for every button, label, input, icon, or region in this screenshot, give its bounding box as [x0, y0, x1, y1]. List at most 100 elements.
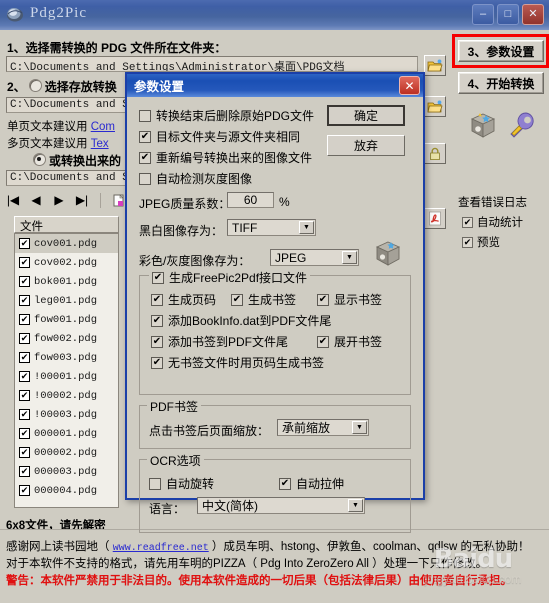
pagenum-bookmark-checkbox[interactable]: ✔ — [151, 356, 163, 369]
list-item[interactable]: ✔ cov002.pdg — [15, 253, 118, 272]
prev-page-icon[interactable]: ◀ — [29, 193, 43, 207]
add-bookinfo-checkbox[interactable]: ✔ — [151, 314, 163, 327]
list-item[interactable]: ✔ 000004.pdg — [15, 481, 118, 500]
list-item[interactable]: ✔ 000002.pdg — [15, 443, 118, 462]
file-checkbox[interactable]: ✔ — [19, 295, 30, 306]
auto-statistics-option[interactable]: ✔ 自动统计 — [462, 214, 523, 230]
lock-button[interactable] — [424, 143, 446, 164]
readfree-link[interactable]: www.readfree.net — [113, 543, 209, 554]
chevron-down-icon[interactable]: ▼ — [348, 499, 363, 512]
page-icon[interactable] — [112, 193, 126, 207]
pdf-button[interactable] — [424, 208, 446, 229]
minimize-button[interactable]: – — [472, 4, 494, 25]
expand-bookmark-option[interactable]: ✔ 展开书签 — [317, 333, 382, 350]
next-page-icon[interactable]: ▶ — [52, 193, 66, 207]
color-format-select[interactable]: JPEG ▼ — [270, 249, 359, 266]
auto-rotate-option[interactable]: 自动旋转 — [149, 475, 214, 492]
source-folder-input[interactable]: C:\Documents and Settings\Administrator\… — [6, 56, 418, 72]
add-bookinfo-option[interactable]: ✔ 添加BookInfo.dat到PDF文件尾 — [151, 312, 331, 329]
file-checkbox[interactable]: ✔ — [19, 276, 30, 287]
browse-source-button[interactable] — [424, 55, 446, 76]
application-window: Pdg2Pic – □ ✕ 1、选择需转换的 PDG 文件所在文件夹： C:\D… — [0, 0, 549, 603]
chevron-down-icon[interactable]: ▼ — [342, 251, 357, 264]
ocr-language-select[interactable]: 中文(简体) ▼ — [197, 497, 365, 514]
freepic-main-checkbox[interactable]: ✔ — [152, 271, 164, 284]
list-item[interactable]: ✔ 000001.pdg — [15, 424, 118, 443]
list-item[interactable]: ✔ fow003.pdg — [15, 348, 118, 367]
cube-icon-button[interactable] — [466, 108, 500, 142]
gen-pagenum-option[interactable]: ✔ 生成页码 — [151, 291, 216, 308]
error-log-label[interactable]: 查看错误日志 — [458, 194, 527, 210]
browse-output-button[interactable] — [424, 96, 446, 117]
file-checkbox[interactable]: ✔ — [19, 447, 30, 458]
file-checkbox[interactable]: ✔ — [19, 428, 30, 439]
auto-stretch-checkbox[interactable]: ✔ — [279, 477, 291, 490]
auto-statistics-label: 自动统计 — [477, 217, 523, 229]
gen-pagenum-checkbox[interactable]: ✔ — [151, 293, 163, 306]
file-checkbox[interactable]: ✔ — [19, 485, 30, 496]
jpeg-quality-input[interactable]: 60 — [227, 192, 274, 208]
renumber-option[interactable]: ✔ 重新编号转换出来的图像文件 — [139, 149, 312, 166]
same-folder-checkbox[interactable]: ✔ — [139, 130, 151, 143]
list-item[interactable]: ✔ fow002.pdg — [15, 329, 118, 348]
list-item[interactable]: ✔ !00001.pdg — [15, 367, 118, 386]
file-checkbox[interactable]: ✔ — [19, 409, 30, 420]
last-page-icon[interactable]: ▶| — [75, 193, 89, 207]
chevron-down-icon[interactable]: ▼ — [352, 421, 367, 434]
auto-stretch-option[interactable]: ✔ 自动拉伸 — [279, 475, 344, 492]
single-page-hint-link[interactable]: Com — [91, 121, 115, 133]
file-checkbox[interactable]: ✔ — [19, 257, 30, 268]
file-checkbox[interactable]: ✔ — [19, 371, 30, 382]
ok-button[interactable]: 确定 — [327, 105, 405, 126]
gen-bookmark-option[interactable]: ✔ 生成书签 — [231, 291, 296, 308]
first-page-icon[interactable]: |◀ — [6, 193, 20, 207]
auto-statistics-checkbox[interactable]: ✔ — [462, 216, 473, 228]
expand-bookmark-checkbox[interactable]: ✔ — [317, 335, 329, 348]
list-item[interactable]: ✔ 000003.pdg — [15, 462, 118, 481]
pagenum-bookmark-option[interactable]: ✔ 无书签文件时用页码生成书签 — [151, 354, 324, 371]
show-bookmark-option[interactable]: ✔ 显示书签 — [317, 291, 382, 308]
same-folder-option[interactable]: ✔ 目标文件夹与源文件夹相同 — [139, 128, 300, 145]
freepic-main-option[interactable]: ✔ 生成FreePic2Pdf接口文件 — [149, 269, 311, 286]
dialog-close-icon[interactable]: ✕ — [399, 76, 420, 95]
renumber-checkbox[interactable]: ✔ — [139, 151, 151, 164]
output-folder-radio[interactable] — [28, 79, 42, 92]
chevron-down-icon[interactable]: ▼ — [299, 221, 314, 234]
gen-bookmark-checkbox[interactable]: ✔ — [231, 293, 243, 306]
add-bookmark-pdf-option[interactable]: ✔ 添加书签到PDF文件尾 — [151, 333, 288, 350]
preview-checkbox[interactable]: ✔ — [462, 236, 473, 248]
start-convert-button[interactable]: 4、开始转换 — [458, 72, 544, 94]
preview-option[interactable]: ✔ 预览 — [462, 234, 500, 250]
file-list[interactable]: ✔ cov001.pdg ✔ cov002.pdg ✔ bok001.pdg ✔… — [14, 233, 119, 508]
bookmark-zoom-select[interactable]: 承前缩放 ▼ — [277, 419, 369, 436]
list-item[interactable]: ✔ leg001.pdg — [15, 291, 118, 310]
auto-detect-gray-option[interactable]: 自动检测灰度图像 — [139, 170, 252, 187]
file-checkbox[interactable]: ✔ — [19, 390, 30, 401]
wrench-icon-button[interactable] — [505, 108, 539, 142]
file-checkbox[interactable]: ✔ — [19, 238, 30, 249]
list-item[interactable]: ✔ fow001.pdg — [15, 310, 118, 329]
multi-page-hint-link[interactable]: Tex — [91, 138, 109, 150]
params-settings-button[interactable]: 3、参数设置 — [458, 40, 544, 62]
file-checkbox[interactable]: ✔ — [19, 466, 30, 477]
bw-format-select[interactable]: TIFF ▼ — [227, 219, 316, 236]
list-item[interactable]: ✔ bok001.pdg — [15, 272, 118, 291]
converted-folder-label: 或转换出来的 — [49, 154, 122, 168]
list-item[interactable]: ✔ !00002.pdg — [15, 386, 118, 405]
file-checkbox[interactable]: ✔ — [19, 333, 30, 344]
auto-rotate-checkbox[interactable] — [149, 477, 161, 490]
show-bookmark-checkbox[interactable]: ✔ — [317, 293, 329, 306]
close-button[interactable]: ✕ — [522, 4, 544, 25]
file-checkbox[interactable]: ✔ — [19, 314, 30, 325]
maximize-button[interactable]: □ — [497, 4, 519, 25]
delete-source-checkbox[interactable] — [139, 109, 151, 122]
cancel-button[interactable]: 放弃 — [327, 135, 405, 156]
ocr-group-label: OCR选项 — [147, 452, 204, 469]
converted-folder-radio[interactable] — [33, 153, 46, 166]
list-item[interactable]: ✔ cov001.pdg — [15, 234, 118, 253]
list-item[interactable]: ✔ !00003.pdg — [15, 405, 118, 424]
file-checkbox[interactable]: ✔ — [19, 352, 30, 363]
delete-source-option[interactable]: 转换结束后删除原始PDG文件 — [139, 107, 314, 124]
add-bookmark-pdf-checkbox[interactable]: ✔ — [151, 335, 163, 348]
auto-detect-gray-checkbox[interactable] — [139, 172, 151, 185]
